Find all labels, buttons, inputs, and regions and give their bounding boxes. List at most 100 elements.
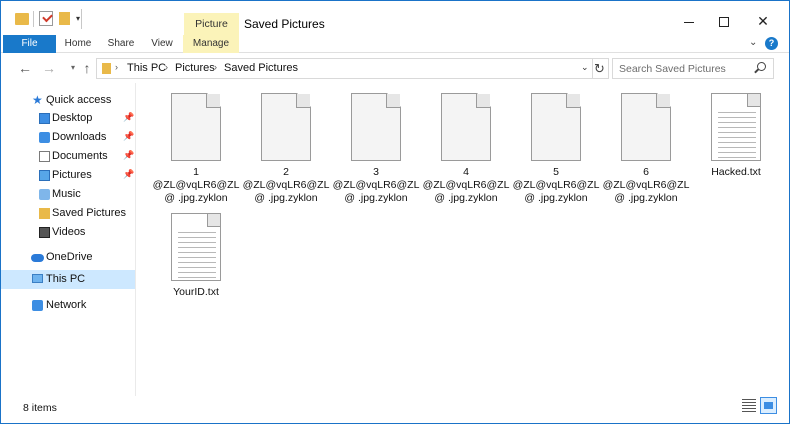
quick-access-divider [33, 11, 34, 27]
pin-icon: 📌 [123, 150, 135, 160]
file-item[interactable]: Hacked.txt [692, 93, 780, 179]
file-icon [351, 93, 401, 161]
customize-toolbar-chevron-icon[interactable]: ▾ [76, 14, 80, 30]
sidebar-item-label: Network [46, 299, 87, 311]
breadcrumb-this-pc[interactable]: This PC [127, 62, 166, 74]
expand-ribbon-chevron-icon[interactable]: ⌄ [749, 37, 757, 48]
sidebar-item-quick-access[interactable]: ★ Quick access [1, 91, 135, 110]
file-name: YourID.txt [173, 286, 219, 298]
sidebar-item-label: This PC [46, 273, 86, 285]
breadcrumb-separator-icon: › [165, 62, 168, 72]
sidebar-item-label: Desktop [52, 112, 93, 124]
download-icon [39, 132, 50, 143]
file-icon [261, 93, 311, 161]
sidebar-item-saved-pictures[interactable]: Saved Pictures [1, 204, 135, 223]
pin-icon: 📌 [123, 131, 135, 141]
sidebar-item-label: Quick access [46, 94, 112, 106]
tab-view[interactable]: View [144, 35, 180, 53]
file-name: 6 @ZL@vqLR6@ZL @ .jpg.zyklon [602, 166, 690, 204]
sidebar-item-label: Music [52, 188, 81, 200]
details-view-icon[interactable] [742, 399, 756, 413]
file-item[interactable]: YourID.txt [152, 213, 240, 299]
star-icon: ★ [32, 93, 43, 107]
window-title: Saved Pictures [244, 17, 325, 31]
file-item[interactable]: 6 @ZL@vqLR6@ZL @ .jpg.zyklon [602, 93, 690, 205]
refresh-icon[interactable]: ↻ [591, 58, 609, 79]
videos-icon [39, 227, 50, 238]
forward-arrow-icon[interactable]: → [41, 59, 57, 77]
sidebar-item-videos[interactable]: Videos [1, 223, 135, 242]
sidebar-item-downloads[interactable]: Downloads 📌 [1, 128, 135, 147]
file-icon [531, 93, 581, 161]
tab-home[interactable]: Home [58, 35, 98, 53]
folder-icon [102, 63, 111, 74]
documents-icon [39, 151, 50, 162]
sidebar-item-pictures[interactable]: Pictures 📌 [1, 166, 135, 185]
sidebar-item-label: Downloads [52, 131, 107, 143]
back-arrow-icon[interactable]: ← [17, 59, 33, 77]
tab-share[interactable]: Share [102, 35, 140, 53]
sidebar-item-label: Videos [52, 226, 86, 238]
breadcrumb-separator-icon: › [214, 62, 217, 72]
text-file-icon [711, 93, 761, 161]
sidebar-item-label: Saved Pictures [52, 207, 126, 219]
maximize-icon [719, 17, 729, 28]
cloud-icon [31, 254, 44, 262]
sidebar-item-this-pc[interactable]: This PC [1, 270, 135, 289]
help-icon[interactable]: ? [765, 37, 778, 50]
sidebar-item-label: Documents [52, 150, 108, 162]
explorer-window: ▾ Picture Tools Saved Pictures ✕ File Ho… [0, 0, 790, 424]
address-bar[interactable]: › This PC › Pictures › Saved Pictures ⌄ [96, 58, 593, 79]
minimize-button[interactable] [674, 11, 704, 31]
sidebar-item-desktop[interactable]: Desktop 📌 [1, 109, 135, 128]
file-item[interactable]: 3 @ZL@vqLR6@ZL @ .jpg.zyklon [332, 93, 420, 205]
text-file-icon [171, 213, 221, 281]
ribbon-tabs: File Home Share View Manage ⌄ ? [1, 35, 789, 53]
tab-file[interactable]: File [3, 35, 56, 53]
sidebar-item-label: OneDrive [46, 251, 93, 263]
large-icons-view-icon[interactable] [760, 397, 777, 414]
file-name: 4 @ZL@vqLR6@ZL @ .jpg.zyklon [422, 166, 510, 204]
address-dropdown-chevron-icon[interactable]: ⌄ [581, 62, 589, 73]
maximize-button[interactable] [709, 11, 739, 31]
breadcrumb-pictures[interactable]: Pictures [175, 62, 215, 74]
file-name: 5 @ZL@vqLR6@ZL @ .jpg.zyklon [512, 166, 600, 204]
properties-icon[interactable] [39, 11, 53, 26]
close-button[interactable]: ✕ [748, 11, 778, 31]
network-icon [32, 300, 43, 311]
file-item[interactable]: 5 @ZL@vqLR6@ZL @ .jpg.zyklon [512, 93, 600, 205]
pictures-icon [39, 170, 50, 181]
folder-icon[interactable] [15, 13, 29, 25]
desktop-icon [39, 113, 50, 124]
file-view: 1 @ZL@vqLR6@ZL @ .jpg.zyklon 2 @ZL@vqLR6… [137, 83, 789, 396]
search-icon[interactable] [757, 62, 766, 71]
file-name: 3 @ZL@vqLR6@ZL @ .jpg.zyklon [332, 166, 420, 204]
pin-icon: 📌 [123, 169, 135, 179]
picture-tools-header: Picture Tools [184, 13, 239, 52]
navigation-bar: ← → ▾ ↑ › This PC › Pictures › Saved Pic… [1, 54, 789, 82]
sidebar-item-documents[interactable]: Documents 📌 [1, 147, 135, 166]
breadcrumb-separator-icon: › [115, 62, 118, 72]
new-folder-icon[interactable] [59, 12, 70, 25]
sidebar-item-network[interactable]: Network [1, 296, 135, 315]
file-icon [171, 93, 221, 161]
file-item[interactable]: 2 @ZL@vqLR6@ZL @ .jpg.zyklon [242, 93, 330, 205]
file-name: 2 @ZL@vqLR6@ZL @ .jpg.zyklon [242, 166, 330, 204]
sidebar-item-onedrive[interactable]: OneDrive [1, 248, 135, 267]
music-icon [39, 189, 50, 200]
file-item[interactable]: 1 @ZL@vqLR6@ZL @ .jpg.zyklon [152, 93, 240, 205]
up-arrow-icon[interactable]: ↑ [79, 59, 95, 77]
file-item[interactable]: 4 @ZL@vqLR6@ZL @ .jpg.zyklon [422, 93, 510, 205]
breadcrumb-saved-pictures[interactable]: Saved Pictures [224, 62, 298, 74]
title-bar: ▾ Picture Tools Saved Pictures ✕ [1, 1, 789, 52]
tab-manage[interactable]: Manage [183, 35, 239, 53]
minimize-icon [684, 21, 694, 23]
sidebar-item-music[interactable]: Music [1, 185, 135, 204]
status-bar: 8 items [1, 396, 789, 423]
file-icon [621, 93, 671, 161]
file-icon [441, 93, 491, 161]
file-name: Hacked.txt [711, 166, 761, 178]
sidebar-item-label: Pictures [52, 169, 92, 181]
search-placeholder: Search Saved Pictures [619, 63, 726, 75]
search-input[interactable]: Search Saved Pictures [612, 58, 774, 79]
